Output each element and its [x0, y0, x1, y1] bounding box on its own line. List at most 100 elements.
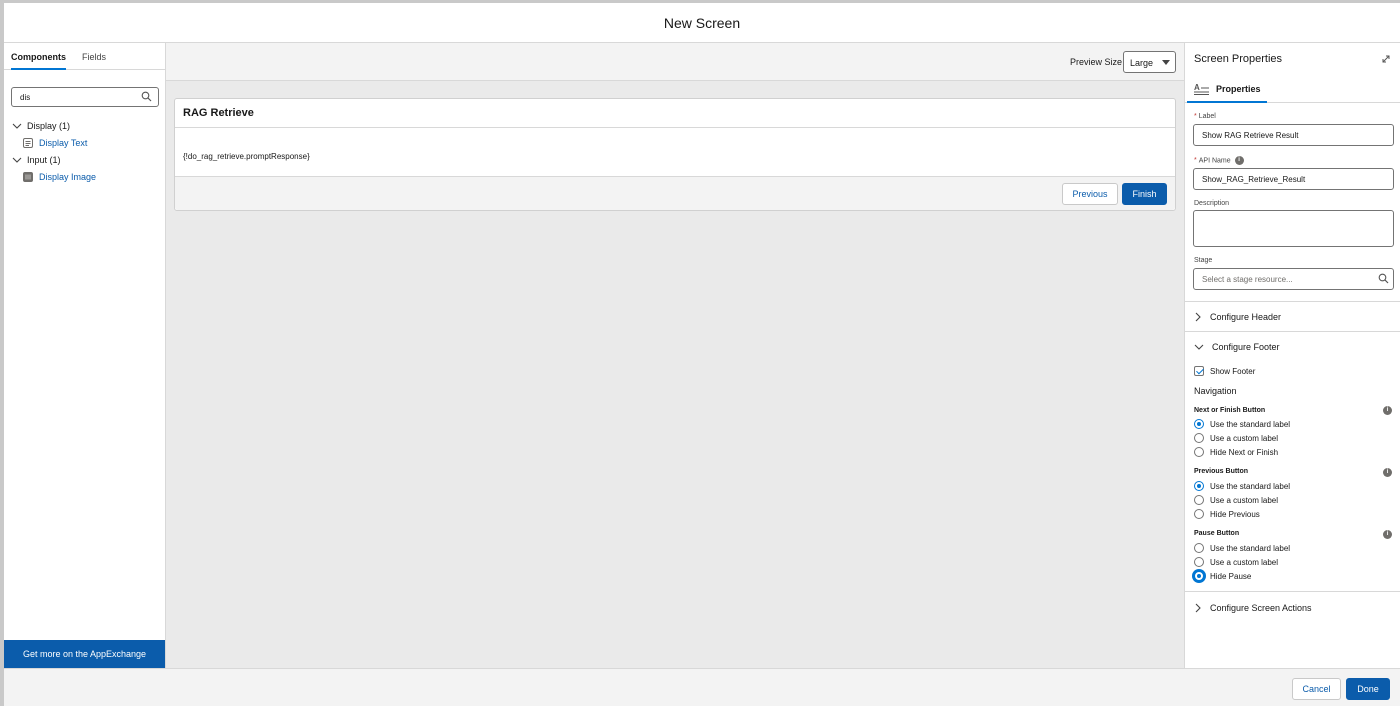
panel-title: Screen Properties	[1194, 53, 1283, 65]
tab-properties[interactable]: A Properties	[1187, 77, 1267, 103]
radio-label: Use the standard label	[1210, 481, 1291, 491]
pause-radio-hide[interactable]: Hide Pause	[1194, 571, 1251, 581]
chevron-right-icon	[1195, 603, 1201, 612]
stage-placeholder: Select a stage resource...	[1202, 275, 1293, 284]
tab-properties-label: Properties	[1216, 84, 1261, 94]
api-name-input[interactable]: Show_RAG_Retrieve_Result	[1193, 168, 1394, 190]
screen-body[interactable]: {!do_rag_retrieve.promptResponse}	[175, 128, 1175, 178]
tab-fields[interactable]: Fields	[82, 43, 106, 69]
svg-text:A: A	[1194, 83, 1200, 92]
api-name-field-label: * API Name i	[1194, 156, 1244, 165]
screen-header: RAG Retrieve	[175, 99, 1175, 128]
radio-label: Use a custom label	[1210, 557, 1279, 567]
radio-button[interactable]	[1194, 433, 1204, 443]
configure-footer-section[interactable]: Configure Footer	[1185, 331, 1400, 361]
canvas-toolbar: Preview Size Large	[166, 43, 1184, 81]
search-input-value: dis	[20, 93, 31, 102]
label-field-label: * Label	[1194, 113, 1216, 120]
modal-footer: Cancel Done	[4, 668, 1400, 706]
show-footer-checkbox[interactable]: Show Footer	[1194, 366, 1255, 376]
tree-group-input[interactable]: Input (1)	[11, 151, 161, 168]
info-icon[interactable]: i	[1383, 468, 1392, 477]
navigation-heading: Navigation	[1194, 386, 1237, 396]
next-radio-custom[interactable]: Use a custom label	[1194, 433, 1278, 443]
label-input[interactable]: Show RAG Retrieve Result	[1193, 124, 1394, 146]
section-label: Configure Footer	[1212, 341, 1280, 352]
section-label: Configure Screen Actions	[1210, 602, 1312, 613]
search-icon	[1378, 273, 1389, 284]
chevron-down-icon	[12, 123, 22, 129]
screen-properties-panel: Screen Properties A Properties * Label Sh…	[1184, 43, 1400, 668]
radio-label: Use the standard label	[1210, 543, 1291, 553]
radio-label: Use a custom label	[1210, 433, 1279, 443]
tree-item-display-image[interactable]: Display Image	[11, 168, 161, 185]
previous-radio-standard[interactable]: Use the standard label	[1194, 481, 1290, 491]
screen-canvas: Preview Size Large RAG Retrieve {!do_rag…	[166, 43, 1184, 668]
screen-footer: Previous Finish	[175, 176, 1175, 210]
checkbox-box[interactable]	[1194, 366, 1204, 376]
screen-preview-card[interactable]: RAG Retrieve {!do_rag_retrieve.promptRes…	[174, 98, 1176, 211]
info-icon[interactable]: i	[1234, 156, 1244, 165]
next-finish-group-label: Next or Finish Button	[1194, 407, 1266, 414]
info-icon[interactable]: i	[1383, 406, 1392, 415]
radio-button[interactable]	[1194, 481, 1204, 491]
description-textarea[interactable]	[1193, 210, 1394, 247]
show-footer-label: Show Footer	[1210, 366, 1256, 376]
tree-item-label: Display Image	[39, 171, 97, 182]
chevron-down-icon	[12, 157, 22, 163]
appexchange-link[interactable]: Get more on the AppExchange	[4, 640, 165, 668]
info-icon[interactable]: i	[1383, 530, 1392, 539]
finish-button[interactable]: Finish	[1122, 183, 1167, 205]
radio-button[interactable]	[1194, 419, 1204, 429]
component-search-input[interactable]: dis	[11, 87, 159, 107]
description-field-label: Description	[1194, 200, 1230, 207]
preview-size-value: Large	[1130, 58, 1154, 68]
done-button[interactable]: Done	[1346, 678, 1390, 700]
tree-item-label: Display Text	[39, 137, 88, 148]
stage-field-label: Stage	[1194, 257, 1213, 264]
tree-group-label: Display (1)	[27, 120, 71, 131]
preview-size-select[interactable]: Large	[1123, 51, 1176, 73]
pause-radio-standard[interactable]: Use the standard label	[1194, 543, 1290, 553]
previous-button[interactable]: Previous	[1062, 183, 1118, 205]
pause-radio-custom[interactable]: Use a custom label	[1194, 557, 1278, 567]
label-input-value: Show RAG Retrieve Result	[1202, 131, 1299, 140]
radio-button[interactable]	[1194, 543, 1204, 553]
radio-button[interactable]	[1194, 495, 1204, 505]
configure-header-section[interactable]: Configure Header	[1185, 301, 1400, 331]
radio-label: Hide Next or Finish	[1210, 447, 1279, 457]
modal-header: New Screen	[4, 3, 1400, 43]
tree-group-label: Input (1)	[27, 154, 61, 165]
component-tree: Display (1) Display Text Input (1) Displ…	[11, 117, 161, 185]
radio-button[interactable]	[1194, 447, 1204, 457]
next-radio-standard[interactable]: Use the standard label	[1194, 419, 1290, 429]
tree-item-display-text[interactable]: Display Text	[11, 134, 161, 151]
api-name-input-value: Show_RAG_Retrieve_Result	[1202, 175, 1306, 184]
previous-group-label: Previous Button	[1194, 468, 1249, 475]
radio-label: Use the standard label	[1210, 419, 1291, 429]
preview-size-label: Preview Size	[1070, 57, 1123, 67]
next-radio-hide[interactable]: Hide Next or Finish	[1194, 447, 1278, 457]
radio-button[interactable]	[1194, 557, 1204, 567]
previous-radio-custom[interactable]: Use a custom label	[1194, 495, 1278, 505]
properties-icon: A	[1194, 83, 1209, 95]
configure-screen-actions-section[interactable]: Configure Screen Actions	[1185, 591, 1400, 623]
components-tabs: Components Fields	[4, 43, 165, 70]
tab-components[interactable]: Components	[11, 43, 66, 70]
previous-radio-hide[interactable]: Hide Previous	[1194, 509, 1260, 519]
chevron-down-icon	[1162, 60, 1170, 65]
radio-label: Hide Pause	[1210, 571, 1252, 581]
pause-group-label: Pause Button	[1194, 530, 1240, 537]
chevron-down-icon	[1194, 344, 1204, 350]
radio-label: Use a custom label	[1210, 495, 1279, 505]
display-text-icon	[23, 137, 33, 148]
expand-icon[interactable]	[1380, 53, 1392, 65]
search-icon	[141, 91, 152, 104]
screen-title: RAG Retrieve	[183, 107, 254, 119]
tree-group-display[interactable]: Display (1)	[11, 117, 161, 134]
cancel-button[interactable]: Cancel	[1292, 678, 1341, 700]
radio-button[interactable]	[1194, 571, 1204, 581]
radio-button[interactable]	[1194, 509, 1204, 519]
stage-input[interactable]: Select a stage resource...	[1193, 268, 1394, 290]
radio-label: Hide Previous	[1210, 509, 1260, 519]
